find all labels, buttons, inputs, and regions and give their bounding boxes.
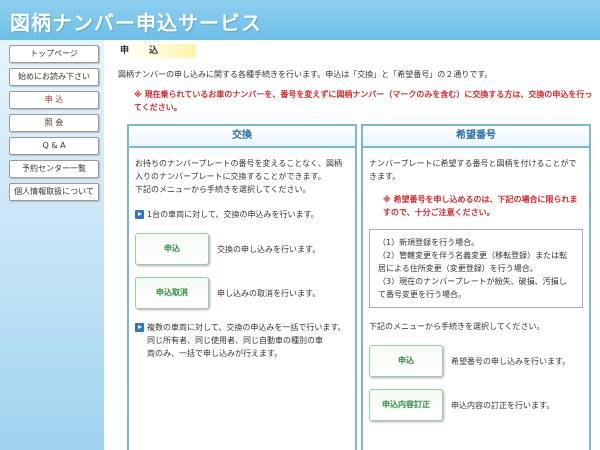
multi-vehicle-row: 複数の車両に対して、交換の申込みを一括で行います。 bbox=[135, 321, 349, 334]
arrow-right-icon bbox=[135, 210, 144, 219]
multi-vehicle-note-2: 両のみ、一括で申し込みが行えます。 bbox=[147, 349, 283, 358]
wish-apply-row: 申込 希望番号の申し込みを行います。 bbox=[369, 345, 583, 377]
wish-number-panel: 希望番号 ナンバープレートに希望する番号と図柄を付けることができます。 ※ 希望… bbox=[361, 124, 591, 450]
wish-apply-button[interactable]: 申込 bbox=[369, 345, 443, 377]
wish-revise-row: 申込内容訂正 申込内容の訂正を行います。 bbox=[369, 389, 583, 421]
wish-number-warning: ※ 希望番号を申し込めるのは、下記の場合に限られますので、十分ご注意ください。 bbox=[383, 195, 578, 217]
wish-number-description: ナンバープレートに希望する番号と図柄を付けることができます。 bbox=[369, 159, 577, 181]
exchange-apply-button[interactable]: 申込 bbox=[135, 233, 209, 265]
sidebar-item-qa[interactable]: Q & A bbox=[9, 137, 99, 155]
sidebar-item-reservation-centers[interactable]: 予約センター一覧 bbox=[9, 160, 99, 178]
wish-select-note: 下記のメニューから手続きを選択してください。 bbox=[369, 322, 545, 331]
sidebar-nav: トップページ 始めにお読み下さい 申 込 照 会 Q & A 予約センター一覧 … bbox=[9, 45, 99, 206]
intro-text: 図柄ナンバーの申し込みに関する各種手続きを行います。申込は「交換」と「希望番号」… bbox=[118, 70, 493, 79]
eligibility-item: （2）管轄変更を伴う名義変更（移転登録）または転居による住所変更（変更登録）を行… bbox=[378, 251, 568, 273]
exchange-panel: 交換 お持ちのナンバープレートの番号を変えることなく、図柄入りのナンバープレート… bbox=[127, 124, 357, 450]
sidebar-item-apply[interactable]: 申 込 bbox=[9, 91, 99, 109]
exchange-description: お持ちのナンバープレートの番号を変えることなく、図柄入りのナンバープレートに交換… bbox=[135, 159, 343, 181]
exchange-select-note: 下記のメニューから手続きを選択してください。 bbox=[135, 185, 311, 194]
exchange-cancel-button[interactable]: 申込取消 bbox=[135, 277, 209, 309]
eligibility-item: （1）新規登録を行う場合。 bbox=[378, 238, 480, 247]
single-vehicle-label: 1台の車両に対して、交換の申込みを行います。 bbox=[147, 210, 319, 219]
page-title: 申込 bbox=[118, 44, 196, 58]
site-header: 図柄ナンバー申込サービス bbox=[0, 0, 600, 40]
single-vehicle-row: 1台の車両に対して、交換の申込みを行います。 bbox=[135, 208, 349, 221]
main-content: 申込 図柄ナンバーの申し込みに関する各種手続きを行います。申込は「交換」と「希望… bbox=[118, 44, 594, 114]
exchange-warning: ※ 現在乗られているお車のナンバーを、番号を変えずに図柄ナンバー（マークのみを含… bbox=[134, 90, 593, 112]
eligibility-item: （3）現在のナンバープレートが紛失、破損、汚損して番号変更を行う場合。 bbox=[378, 277, 567, 299]
exchange-cancel-row: 申込取消 申し込みの取消を行います。 bbox=[135, 277, 349, 309]
wish-apply-description: 希望番号の申し込みを行います。 bbox=[451, 356, 571, 366]
wish-revise-description: 申込内容の訂正を行います。 bbox=[451, 400, 555, 410]
sidebar-item-top[interactable]: トップページ bbox=[9, 45, 99, 63]
multi-vehicle-note-1: 同じ所有者、同じ使用者、同じ自動車の種別の車 bbox=[147, 336, 323, 345]
site-title: 図柄ナンバー申込サービス bbox=[10, 11, 262, 35]
exchange-apply-description: 交換の申し込みを行います。 bbox=[217, 244, 321, 254]
wish-number-heading: 希望番号 bbox=[363, 126, 589, 148]
exchange-cancel-description: 申し込みの取消を行います。 bbox=[217, 288, 321, 298]
sidebar-item-privacy[interactable]: 個人情報取扱について bbox=[9, 183, 99, 201]
exchange-apply-row: 申込 交換の申し込みを行います。 bbox=[135, 233, 349, 265]
sidebar-item-inquiry[interactable]: 照 会 bbox=[9, 114, 99, 132]
exchange-heading: 交換 bbox=[129, 126, 355, 148]
arrow-right-icon bbox=[135, 323, 144, 332]
sidebar-item-read-first[interactable]: 始めにお読み下さい bbox=[9, 68, 99, 86]
multi-vehicle-label: 複数の車両に対して、交換の申込みを一括で行います。 bbox=[147, 323, 346, 332]
wish-revise-button[interactable]: 申込内容訂正 bbox=[369, 389, 443, 421]
eligibility-list: （1）新規登録を行う場合。 （2）管轄変更を伴う名義変更（移転登録）または転居に… bbox=[369, 229, 583, 308]
